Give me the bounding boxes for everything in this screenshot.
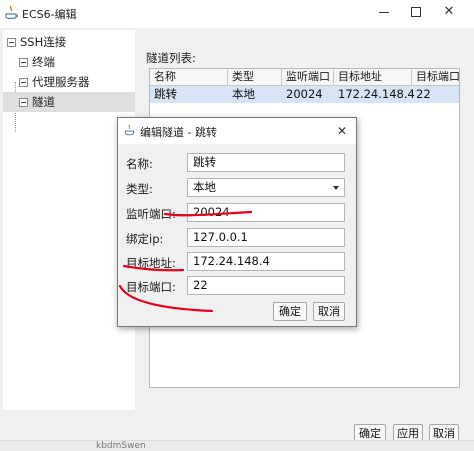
- cell-target-port: 22: [416, 87, 431, 101]
- listen-port-label: 监听端口:: [126, 207, 176, 221]
- tree-item-tunnel[interactable]: 隧道: [3, 92, 135, 112]
- column-header-target-address[interactable]: 目标地址: [334, 69, 412, 86]
- chevron-down-icon[interactable]: [333, 186, 339, 190]
- maximize-button[interactable]: [400, 0, 434, 24]
- close-icon: ✕: [443, 4, 455, 19]
- tree-item-label: 隧道: [32, 95, 55, 109]
- type-label: 类型:: [126, 182, 153, 196]
- column-header-listen-port[interactable]: 监听端口: [282, 69, 334, 86]
- maximize-icon: [411, 7, 421, 17]
- close-button[interactable]: ✕: [432, 0, 466, 24]
- cell-name: 跳转: [154, 87, 177, 101]
- dialog-ok-button[interactable]: 确定: [273, 302, 307, 321]
- type-select-value: 本地: [193, 180, 216, 194]
- tunnel-list-label: 隧道列表:: [146, 51, 196, 65]
- minimize-button[interactable]: [368, 0, 402, 24]
- column-header-name[interactable]: 名称: [150, 69, 228, 86]
- type-select[interactable]: 本地: [187, 178, 345, 197]
- dialog-cancel-button[interactable]: 取消: [313, 302, 345, 321]
- tree-item-label: 代理服务器: [32, 75, 90, 89]
- bind-ip-label: 绑定ip:: [126, 232, 164, 246]
- node-icon: [19, 97, 28, 107]
- target-address-label: 目标地址:: [126, 256, 176, 270]
- name-input[interactable]: 跳转: [187, 153, 345, 172]
- tree-item-ssh[interactable]: SSH连接: [7, 32, 66, 52]
- background-text: kbdmSwen: [96, 441, 146, 451]
- bind-ip-input[interactable]: 127.0.0.1: [187, 228, 345, 247]
- window-title: ECS6-编辑: [22, 8, 77, 21]
- cell-type: 本地: [232, 87, 255, 101]
- dialog-titlebar: 编辑隧道 - 跳转 ✕: [118, 118, 356, 144]
- column-header-target-port[interactable]: 目标端口: [412, 69, 459, 86]
- cell-listen-port: 20024: [286, 87, 323, 101]
- target-port-label: 目标端口:: [126, 280, 176, 294]
- listen-port-input[interactable]: 20024: [187, 203, 345, 222]
- table-header: 名称 类型 监听端口 目标地址 目标端口: [150, 69, 459, 86]
- java-app-icon: [5, 5, 18, 20]
- dialog-title: 编辑隧道 - 跳转: [140, 126, 217, 139]
- minimize-icon: [379, 12, 389, 13]
- node-icon: [19, 57, 28, 67]
- column-header-type[interactable]: 类型: [228, 69, 282, 86]
- background-window-strip: kbdmSwen: [0, 440, 474, 451]
- name-label: 名称:: [126, 157, 153, 171]
- cell-target-address: 172.24.148.4: [338, 87, 415, 101]
- table-row[interactable]: 跳转 本地 20024 172.24.148.4 22: [150, 86, 459, 103]
- target-port-input[interactable]: 22: [187, 276, 345, 295]
- java-app-icon: [125, 124, 134, 136]
- window-titlebar: ECS6-编辑 ✕: [0, 0, 474, 28]
- node-icon: [19, 77, 28, 87]
- edit-tunnel-dialog: 编辑隧道 - 跳转 ✕ 名称: 跳转 类型: 本地 监听端口: 20024 绑定…: [117, 117, 357, 327]
- close-icon: ✕: [336, 124, 348, 138]
- target-address-input[interactable]: 172.24.148.4: [187, 252, 345, 271]
- tree-item-label: SSH连接: [20, 35, 67, 49]
- settings-tree: SSH连接 终端 代理服务器 隧道: [3, 30, 135, 410]
- tree-item-terminal[interactable]: 终端: [19, 52, 55, 72]
- dialog-close-button[interactable]: ✕: [332, 121, 352, 141]
- tree-item-label: 终端: [32, 55, 55, 69]
- tree-item-proxy[interactable]: 代理服务器: [19, 72, 90, 92]
- collapse-icon[interactable]: [7, 37, 16, 47]
